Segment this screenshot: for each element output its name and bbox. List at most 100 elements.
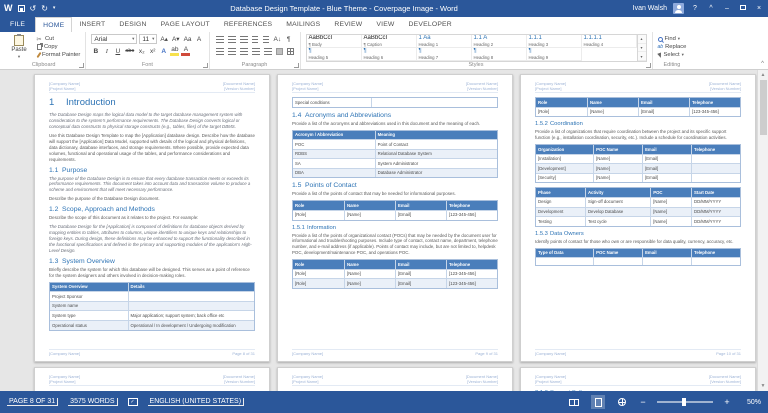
style-heading-5[interactable]: ¶Heading 5: [307, 48, 362, 61]
doc-paragraph[interactable]: The purpose of the Database Design is to…: [49, 176, 255, 194]
table-cell[interactable]: [Name]: [650, 208, 691, 217]
table-cell[interactable]: Telephone: [446, 201, 497, 210]
table-cell[interactable]: [691, 258, 740, 265]
table-cell[interactable]: Telephone: [691, 145, 740, 154]
zoom-slider[interactable]: [657, 401, 713, 403]
justify-button[interactable]: [251, 46, 261, 56]
table-cell[interactable]: [Role]: [293, 279, 344, 288]
table-cell[interactable]: Special conditions: [293, 98, 371, 107]
table-cell[interactable]: Start Date: [691, 188, 740, 197]
font-size-select[interactable]: 11▾: [139, 34, 157, 44]
tab-review[interactable]: REVIEW: [327, 17, 369, 32]
table-cell[interactable]: Sign-off document: [585, 198, 650, 207]
table-cell[interactable]: DD/MM/YYYY: [691, 208, 740, 217]
table-cell[interactable]: Activity: [585, 188, 650, 197]
style-heading-6[interactable]: ¶Heading 6: [362, 48, 417, 61]
table-cell[interactable]: [128, 302, 254, 311]
table-cell[interactable]: Name: [344, 260, 395, 269]
vertical-scrollbar[interactable]: ▲ ▼: [757, 70, 768, 391]
table-cell[interactable]: [Email]: [395, 279, 446, 288]
table-cell[interactable]: SA: [293, 159, 375, 168]
table-cell[interactable]: Point of Contact: [375, 140, 497, 149]
styles-scroll-down-icon[interactable]: ▾: [638, 44, 646, 53]
italic-button[interactable]: I: [102, 46, 111, 56]
table-cell[interactable]: [Email]: [638, 108, 689, 117]
cut-button[interactable]: ✂Cut: [35, 35, 80, 43]
select-button[interactable]: Select▾: [658, 51, 687, 59]
styles-dialog-launcher[interactable]: [646, 63, 651, 68]
table-cell[interactable]: Phase: [536, 188, 585, 197]
table-cell[interactable]: Acronym / Abbreviation: [293, 131, 375, 140]
table-cell[interactable]: Name: [344, 201, 395, 210]
table-cell[interactable]: [Name]: [593, 174, 642, 183]
table-cell[interactable]: System Overview: [50, 283, 128, 292]
table-cell[interactable]: [642, 258, 691, 265]
table-cell[interactable]: POC Name: [593, 145, 642, 154]
word-count[interactable]: 3575 WORDS: [68, 398, 117, 406]
doc-table[interactable]: RoleNameEmailTelephone[Role][Name][Email…: [535, 97, 741, 117]
table-cell[interactable]: [123-345-456]: [446, 211, 497, 220]
print-layout-button[interactable]: [591, 395, 605, 409]
doc-table[interactable]: OrganizationPOC NameEmailTelephone[Insta…: [535, 144, 741, 183]
zoom-in-button[interactable]: +: [723, 397, 731, 407]
table-cell[interactable]: Email: [638, 98, 689, 107]
table-cell[interactable]: DD/MM/YYYY: [691, 217, 740, 226]
table-cell[interactable]: [371, 98, 497, 107]
doc-heading[interactable]: 1Introduction: [49, 97, 255, 108]
style-heading-4[interactable]: 1.1.1.1Heading 4: [582, 35, 637, 48]
table-cell[interactable]: Telephone: [446, 260, 497, 269]
find-button[interactable]: Find▾: [658, 35, 687, 43]
table-cell[interactable]: [Email]: [395, 270, 446, 279]
table-cell[interactable]: [Role]: [293, 270, 344, 279]
tab-page-layout[interactable]: PAGE LAYOUT: [154, 17, 217, 32]
zoom-out-button[interactable]: −: [639, 397, 647, 407]
line-spacing-button[interactable]: [263, 46, 273, 56]
doc-table[interactable]: Type of DataPOC NameEmailTelephone: [535, 248, 741, 267]
subscript-button[interactable]: x₂: [137, 46, 146, 56]
doc-paragraph[interactable]: Identify points of contact for those who…: [535, 239, 741, 245]
shrink-font-button[interactable]: A▾: [171, 34, 181, 44]
replace-button[interactable]: abReplace: [658, 43, 687, 51]
align-left-button[interactable]: [215, 46, 225, 56]
table-cell[interactable]: [Name]: [650, 198, 691, 207]
table-cell[interactable]: RDBS: [293, 150, 375, 159]
table-cell[interactable]: [536, 258, 593, 265]
decrease-indent-button[interactable]: [251, 34, 260, 44]
style-heading-2[interactable]: 1.1 AHeading 2: [472, 35, 527, 48]
ribbon-display-options-button[interactable]: ^: [706, 5, 716, 12]
table-cell[interactable]: [593, 258, 642, 265]
doc-table[interactable]: RoleNameEmailTelephone[Role][Name][Email…: [292, 200, 498, 220]
table-cell[interactable]: Role: [293, 201, 344, 210]
align-center-button[interactable]: [227, 46, 237, 56]
shading-button[interactable]: [275, 46, 284, 56]
table-cell[interactable]: [Role]: [293, 211, 344, 220]
superscript-button[interactable]: x²: [148, 46, 157, 56]
table-cell[interactable]: [Name]: [593, 164, 642, 173]
underline-button[interactable]: U: [113, 46, 122, 56]
sort-button[interactable]: A↓: [273, 34, 283, 44]
table-cell[interactable]: [123-345-456]: [446, 270, 497, 279]
style-heading-1[interactable]: 1 AaHeading 1: [417, 35, 472, 48]
close-button[interactable]: ×: [754, 5, 764, 12]
table-cell[interactable]: [691, 174, 740, 183]
table-cell[interactable]: [128, 292, 254, 301]
help-button[interactable]: ?: [690, 5, 700, 12]
table-cell[interactable]: Project Sponsor: [50, 292, 128, 301]
doc-paragraph[interactable]: Describe the purpose of the Database Des…: [49, 196, 255, 202]
clipboard-dialog-launcher[interactable]: [79, 63, 84, 68]
table-cell[interactable]: [123-345-456]: [689, 108, 740, 117]
table-cell[interactable]: Name: [587, 98, 638, 107]
language-indicator[interactable]: ENGLISH (UNITED STATES): [148, 398, 245, 406]
style-caption[interactable]: AaBbCcI¶ Caption: [362, 35, 417, 48]
table-cell[interactable]: POC: [293, 140, 375, 149]
table-cell[interactable]: Database Administrator: [375, 169, 497, 178]
paragraph-dialog-launcher[interactable]: [294, 63, 299, 68]
table-cell[interactable]: [Email]: [642, 174, 691, 183]
scroll-up-icon[interactable]: ▲: [761, 70, 766, 80]
doc-heading[interactable]: 1.1Purpose: [49, 167, 255, 174]
table-cell[interactable]: [123-345-456]: [446, 279, 497, 288]
text-effects-button[interactable]: A: [159, 46, 168, 56]
web-layout-button[interactable]: [615, 395, 629, 409]
document-page[interactable]: [Company Name][Project Name][Document Na…: [277, 74, 513, 362]
table-cell[interactable]: Development: [536, 208, 585, 217]
